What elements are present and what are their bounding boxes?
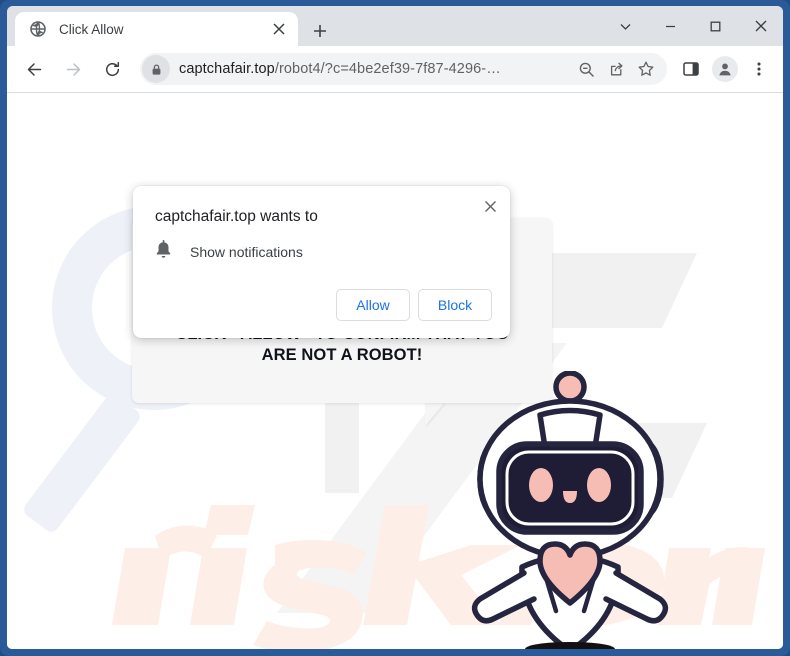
address-bar[interactable]: captchafair.top/robot4/?c=4be2ef39-7f87-… — [140, 53, 667, 85]
robot-mascot — [471, 371, 669, 649]
profile-avatar-icon[interactable] — [709, 53, 741, 85]
more-menu-icon[interactable] — [743, 53, 775, 85]
tab-search-chevron-down-icon[interactable] — [603, 9, 648, 43]
allow-button[interactable]: Allow — [336, 289, 410, 321]
notification-permission-dialog: captchafair.top wants to Show notificati… — [133, 186, 510, 338]
reload-button[interactable] — [95, 52, 129, 86]
browser-window-inner: Click Allow captchafair.top/robot4/?c=4b… — [7, 6, 783, 649]
browser-window: Click Allow captchafair.top/robot4/?c=4b… — [0, 0, 790, 656]
speech-bubble-tail — [425, 402, 445, 426]
permission-label: Show notifications — [190, 244, 303, 260]
tab-title: Click Allow — [59, 21, 124, 37]
page-content: CLICK «ALLOW» TO CONFIRM THAT YOU ARE NO… — [7, 93, 783, 649]
avatar — [712, 56, 738, 82]
side-panel-icon[interactable] — [675, 53, 707, 85]
robot-eye-left — [529, 468, 553, 502]
url-domain: captchafair.top — [179, 61, 275, 77]
new-tab-button[interactable] — [307, 18, 333, 44]
window-controls — [603, 6, 783, 46]
close-icon[interactable] — [738, 9, 783, 43]
block-button[interactable]: Block — [418, 289, 492, 321]
browser-tab[interactable]: Click Allow — [15, 12, 298, 46]
share-icon[interactable] — [601, 54, 631, 84]
url-path: /robot4/?c=4be2ef39-7f87-4296-… — [274, 61, 501, 77]
tab-close-icon[interactable] — [268, 18, 290, 40]
bell-icon — [155, 240, 172, 264]
zoom-out-icon[interactable] — [571, 54, 601, 84]
dialog-actions: Allow Block — [336, 289, 492, 321]
speech-bubble-line-2: ARE NOT A ROBOT! — [261, 346, 423, 364]
lock-icon[interactable] — [142, 55, 170, 83]
browser-toolbar: captchafair.top/robot4/?c=4be2ef39-7f87-… — [7, 46, 783, 93]
globe-icon — [29, 21, 46, 38]
robot-eye-right — [587, 468, 611, 502]
address-bar-url: captchafair.top/robot4/?c=4be2ef39-7f87-… — [179, 61, 571, 77]
forward-button[interactable] — [56, 52, 90, 86]
back-button[interactable] — [17, 52, 51, 86]
dialog-close-icon[interactable] — [477, 193, 503, 219]
robot-shadow — [525, 642, 615, 649]
minimize-icon[interactable] — [648, 9, 693, 43]
tab-strip: Click Allow — [7, 6, 783, 46]
bookmark-star-icon[interactable] — [631, 54, 661, 84]
dialog-title: captchafair.top wants to — [155, 208, 318, 225]
permission-row: Show notifications — [155, 240, 303, 264]
maximize-icon[interactable] — [693, 9, 738, 43]
